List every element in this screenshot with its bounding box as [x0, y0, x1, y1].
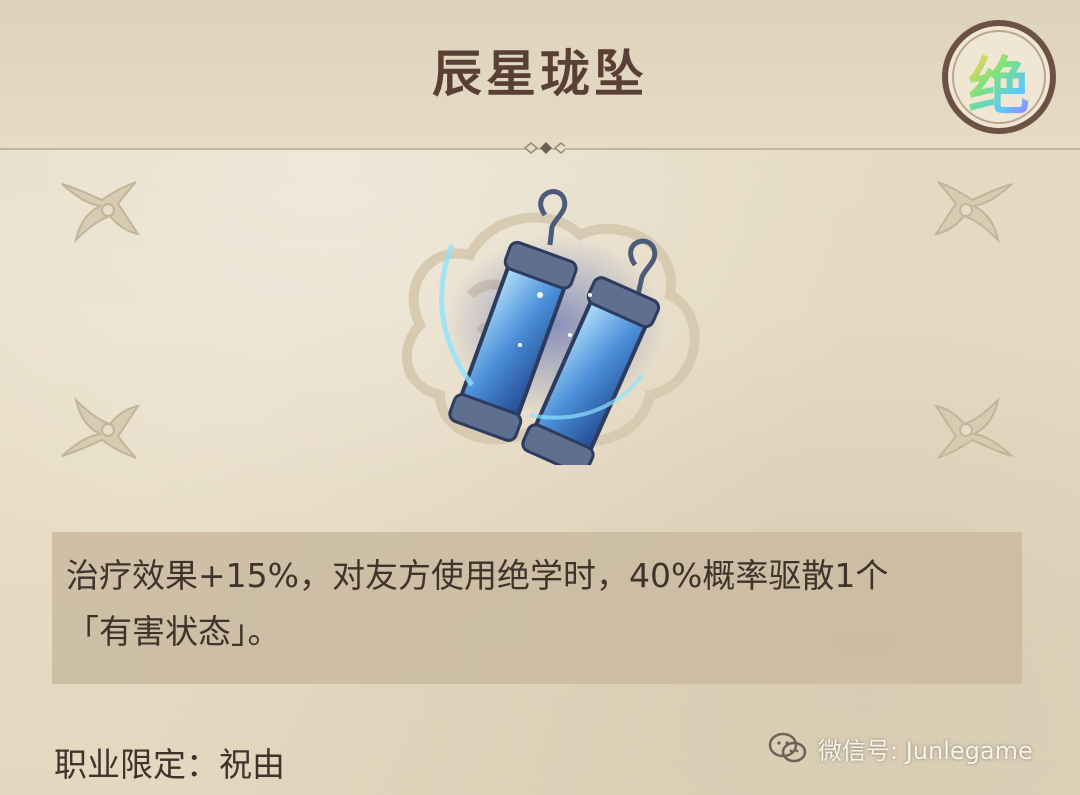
item-description: 治疗效果+15%，对友方使用绝学时，40%概率驱散1个 「有害状态」。 [66, 548, 966, 660]
item-detail-panel: 辰星珑坠 绝 治疗效果+15%，对友方使用绝学时，40%概率驱散1个 「有害状态… [0, 0, 1080, 795]
floral-corner-ornament-icon [61, 181, 141, 244]
earring-pendant-icon [402, 189, 700, 465]
description-line: 治疗效果+15%，对友方使用绝学时，40%概率驱散1个 [66, 556, 889, 595]
watermark-text: 微信号: Junlegame [818, 736, 1033, 765]
watermark: 微信号: Junlegame [768, 728, 1033, 768]
rarity-badge-label: 绝 [940, 36, 1058, 126]
item-name: 辰星珑坠 [432, 44, 648, 103]
wechat-icon [768, 732, 807, 763]
floral-corner-ornament-icon [61, 396, 141, 459]
description-line: 「有害状态」。 [66, 612, 281, 651]
class-restriction: 职业限定：祝由 [54, 745, 285, 784]
diamond-ornament-icon [523, 142, 565, 154]
rarity-badge: 绝 [940, 18, 1058, 136]
floral-corner-ornament-icon [933, 181, 1013, 244]
floral-corner-ornament-icon [933, 396, 1013, 459]
